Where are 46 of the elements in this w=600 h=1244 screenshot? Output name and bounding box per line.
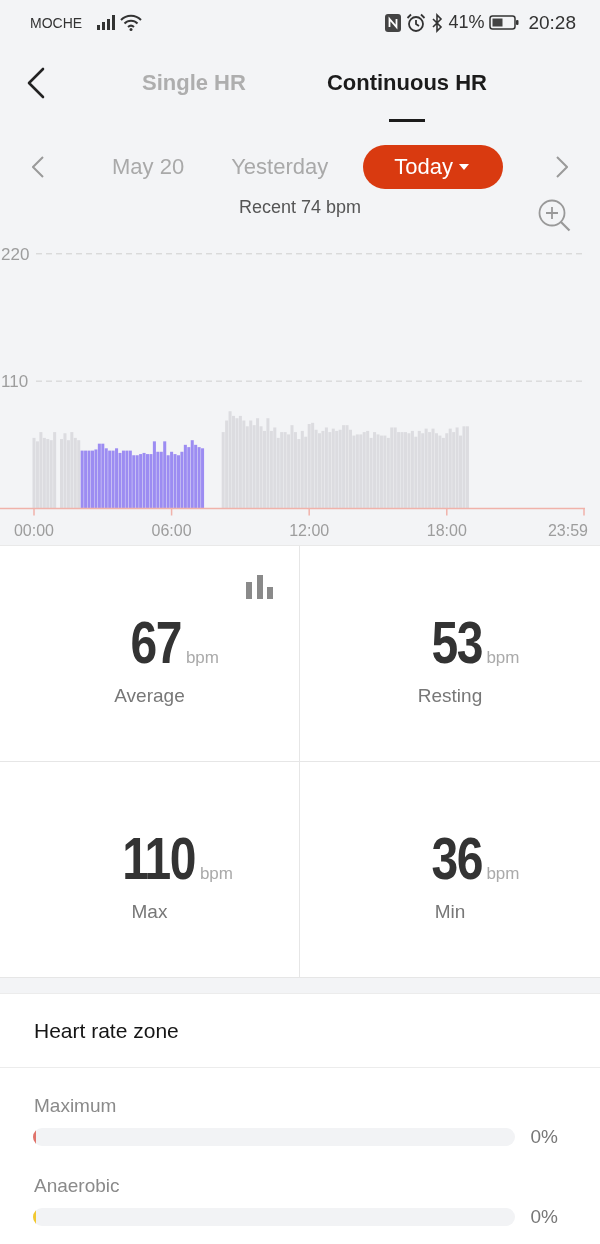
stat-value: 53: [431, 612, 482, 674]
tab[interactable]: Continuous HR: [316, 65, 497, 122]
x-axis-label: 06:00: [151, 522, 192, 539]
y-axis-label: 110: [1, 372, 29, 392]
stat-label: Min: [434, 901, 466, 922]
date-tab[interactable]: Yesterday: [219, 145, 341, 189]
clock-time: 20:28: [528, 11, 576, 34]
battery-percentage: 41%: [448, 12, 485, 33]
zone-label: Anaerobic: [34, 1175, 120, 1196]
zone-label: Maximum: [34, 1095, 117, 1116]
signal-icon: [97, 15, 116, 30]
stat-label: Max: [131, 901, 168, 922]
nfc-icon: [385, 13, 402, 32]
chevron-right-icon: [556, 156, 568, 178]
x-axis-label: 18:00: [426, 522, 467, 539]
stat-unit: bpm: [486, 864, 520, 884]
tab[interactable]: Single HR: [132, 65, 256, 101]
date-tab[interactable]: May 20: [100, 145, 197, 189]
stat-value: 67: [130, 612, 181, 674]
section-title: Heart rate zone: [34, 1018, 179, 1043]
recent-heart-rate: Recent 74 bpm: [238, 196, 362, 219]
x-axis-label: 12:00: [289, 522, 330, 539]
chevron-left-icon: [26, 67, 46, 99]
wifi-icon: [120, 14, 143, 31]
chevron-left-icon: [32, 156, 44, 178]
bar-chart-icon[interactable]: [246, 575, 273, 599]
bluetooth-icon: [431, 12, 444, 33]
date-tab[interactable]: Today: [363, 145, 503, 189]
stat-value: 110: [122, 828, 195, 890]
caret-icon: [458, 164, 469, 170]
tab-underline: [388, 119, 425, 122]
stat-label: Average: [114, 685, 185, 706]
zone-percentage: 0%: [530, 1126, 558, 1148]
y-axis-label: 220: [1, 244, 30, 264]
stat-label: Resting: [417, 685, 483, 706]
x-axis-label: 00:00: [14, 522, 54, 539]
stat-unit: bpm: [199, 864, 233, 884]
stat-value: 36: [431, 828, 482, 890]
stat-unit: bpm: [486, 648, 520, 668]
x-axis-label: 23:59: [547, 522, 588, 539]
zoom-in-icon[interactable]: [538, 199, 571, 232]
stat-unit: bpm: [185, 648, 219, 668]
alarm-icon: [406, 12, 427, 33]
carrier-name: MOCHE: [30, 14, 83, 31]
zone-percentage: 0%: [530, 1206, 558, 1228]
battery-icon: [489, 15, 520, 30]
